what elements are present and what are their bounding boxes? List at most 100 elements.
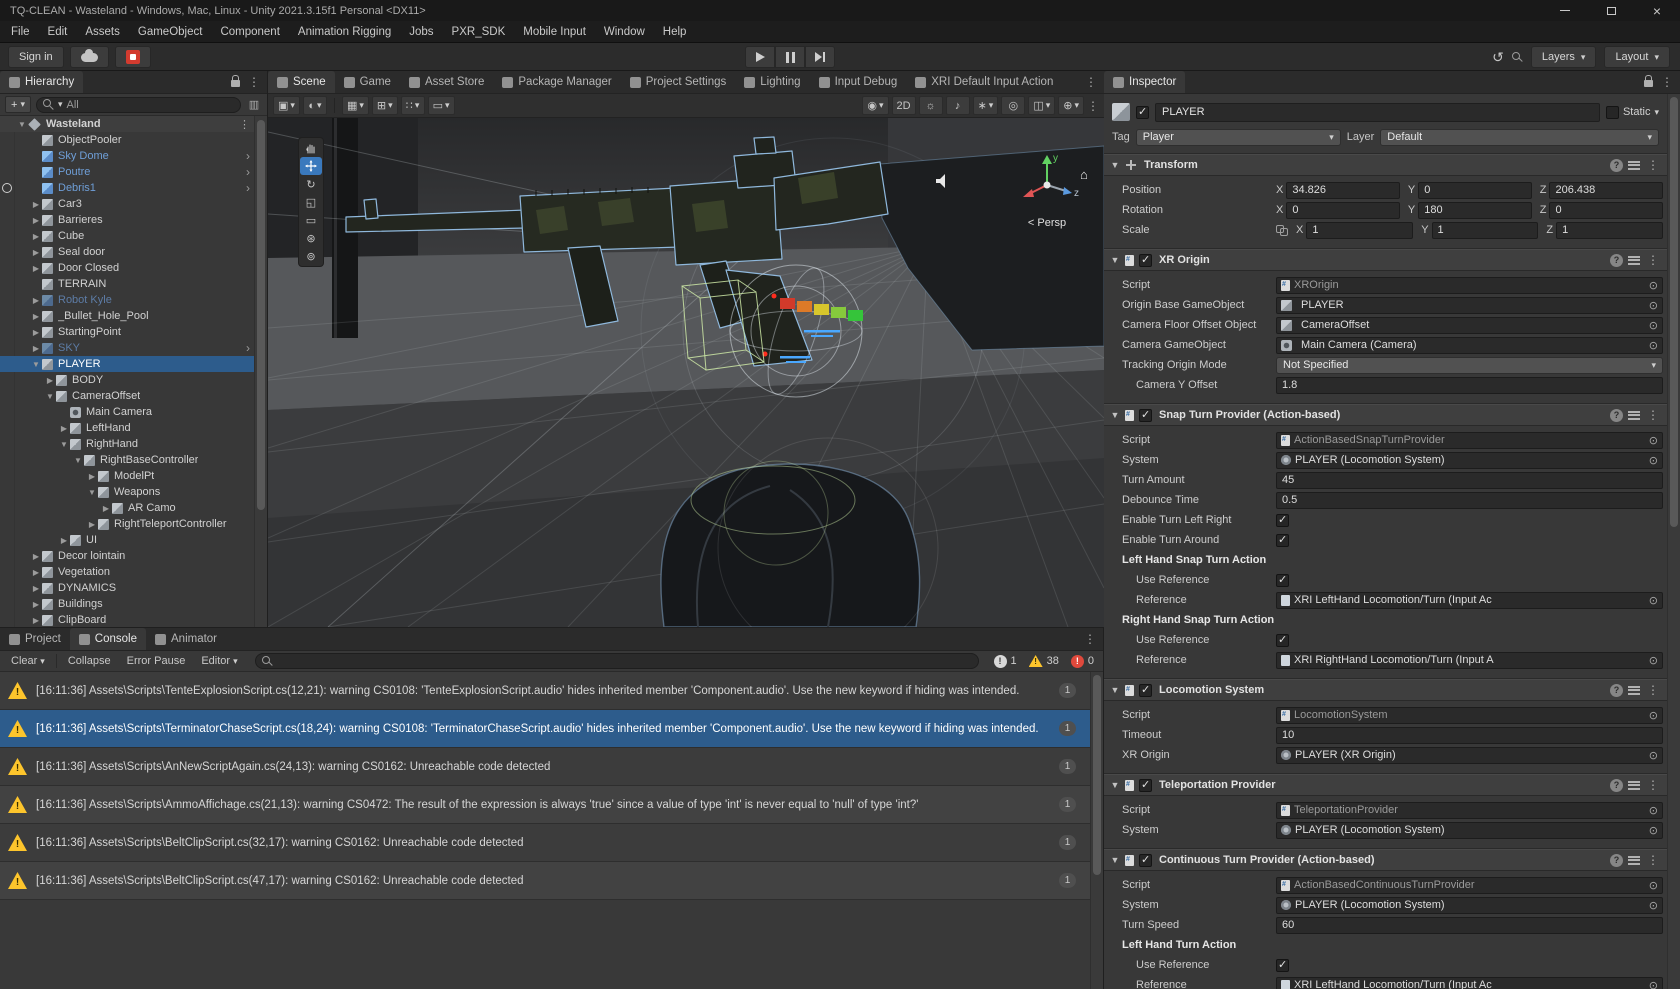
fold-closed-icon[interactable]: ▶ bbox=[44, 376, 56, 385]
axis-y-field[interactable]: 0 bbox=[1418, 182, 1532, 199]
console-search-input[interactable] bbox=[255, 653, 979, 669]
component-menu-icon[interactable]: ⋮ bbox=[1645, 778, 1661, 792]
object-picker-icon[interactable]: ⊙ bbox=[1649, 279, 1658, 292]
menu-mobile-input[interactable]: Mobile Input bbox=[514, 21, 595, 43]
component-enabled-checkbox[interactable] bbox=[1139, 854, 1152, 867]
object-field[interactable]: Main Camera (Camera)⊙ bbox=[1276, 337, 1663, 354]
layout-dropdown[interactable]: Layout▾ bbox=[1604, 46, 1670, 68]
scene-3d-view[interactable] bbox=[268, 118, 1104, 627]
component-menu-icon[interactable]: ⋮ bbox=[1645, 683, 1661, 697]
version-control-button[interactable] bbox=[115, 46, 151, 68]
presets-icon[interactable] bbox=[1628, 256, 1640, 265]
object-picker-icon[interactable]: ⊙ bbox=[1649, 654, 1658, 667]
hierarchy-item-startingpoint[interactable]: ▶StartingPoint bbox=[0, 324, 254, 340]
presets-icon[interactable] bbox=[1628, 686, 1640, 695]
console-entry[interactable]: ![16:11:36] Assets\Scripts\BeltClipScrip… bbox=[0, 824, 1090, 862]
object-picker-icon[interactable]: ⊙ bbox=[1649, 749, 1658, 762]
error-count[interactable]: !0 bbox=[1066, 655, 1099, 668]
effects-button[interactable]: ∗▾ bbox=[973, 96, 999, 115]
panel-menu-icon[interactable]: ⋮ bbox=[1661, 75, 1673, 89]
fold-closed-icon[interactable]: ▶ bbox=[30, 600, 42, 609]
fold-closed-icon[interactable]: ▶ bbox=[30, 616, 42, 625]
prefab-children-arrow-icon[interactable]: › bbox=[246, 149, 250, 163]
checkbox[interactable] bbox=[1276, 959, 1289, 972]
info-count[interactable]: !1 bbox=[989, 655, 1022, 668]
gameobject-active-checkbox[interactable] bbox=[1136, 106, 1149, 119]
hierarchy-item-poutre[interactable]: Poutre› bbox=[0, 164, 254, 180]
object-picker-icon[interactable]: ⊙ bbox=[1649, 299, 1658, 312]
tab-console[interactable]: Console bbox=[70, 628, 146, 650]
inspector-scrollbar[interactable] bbox=[1667, 94, 1680, 989]
object-field[interactable]: ActionBasedContinuousTurnProvider⊙ bbox=[1276, 877, 1663, 894]
axis-x-field[interactable]: 1 bbox=[1306, 222, 1413, 239]
tab-inspector[interactable]: Inspector bbox=[1104, 71, 1185, 93]
hierarchy-item-barrieres[interactable]: ▶Barrieres bbox=[0, 212, 254, 228]
prefab-children-arrow-icon[interactable]: › bbox=[246, 165, 250, 179]
layers-dropdown[interactable]: Layers▾ bbox=[1531, 46, 1597, 68]
tab-lighting[interactable]: Lighting bbox=[735, 71, 809, 93]
component-header-locomotion-system[interactable]: ▼Locomotion System?⋮ bbox=[1104, 679, 1667, 701]
component-header-xr-origin[interactable]: ▼XR Origin?⋮ bbox=[1104, 249, 1667, 271]
fold-closed-icon[interactable]: ▶ bbox=[30, 552, 42, 561]
menu-assets[interactable]: Assets bbox=[76, 21, 129, 43]
help-icon[interactable]: ? bbox=[1610, 159, 1623, 172]
scale-tool-button[interactable]: ◱ bbox=[300, 193, 322, 211]
component-enabled-checkbox[interactable] bbox=[1139, 254, 1152, 267]
tab-scene[interactable]: Scene bbox=[268, 71, 335, 93]
fold-closed-icon[interactable]: ▶ bbox=[30, 568, 42, 577]
scale-link-icon[interactable] bbox=[1276, 225, 1287, 236]
object-picker-icon[interactable]: ⊙ bbox=[1649, 709, 1658, 722]
snap-increment-button[interactable]: ∷▾ bbox=[401, 96, 425, 115]
fold-open-icon[interactable]: ▼ bbox=[1110, 160, 1120, 170]
component-menu-icon[interactable]: ⋮ bbox=[1645, 253, 1661, 267]
clear-button[interactable]: Clear▾ bbox=[4, 653, 52, 670]
hierarchy-search-input[interactable]: ▾ All bbox=[36, 97, 241, 113]
hierarchy-scrollbar[interactable] bbox=[254, 116, 267, 627]
orientation-gizmo[interactable]: y z bbox=[1010, 149, 1084, 213]
fold-closed-icon[interactable]: ▶ bbox=[30, 328, 42, 337]
object-field[interactable]: PLAYER (Locomotion System)⊙ bbox=[1276, 822, 1663, 839]
rotate-tool-button[interactable]: ↻ bbox=[300, 175, 322, 193]
help-icon[interactable]: ? bbox=[1610, 254, 1623, 267]
cloud-button[interactable] bbox=[70, 46, 109, 68]
search-filter-button[interactable]: ▥ bbox=[246, 97, 262, 113]
reference-field[interactable]: XRI RightHand Locomotion/Turn (Input A⊙ bbox=[1276, 652, 1663, 669]
fold-open-icon[interactable]: ▼ bbox=[72, 456, 84, 465]
hierarchy-item-decor-lointain[interactable]: ▶Decor lointain bbox=[0, 548, 254, 564]
fold-open-icon[interactable]: ▼ bbox=[44, 392, 56, 401]
scene-audio-button[interactable]: ♪ bbox=[946, 96, 970, 115]
console-scrollbar[interactable] bbox=[1090, 672, 1103, 989]
editor-dropdown[interactable]: Editor▾ bbox=[194, 653, 244, 670]
tab-xri-default-input-action[interactable]: XRI Default Input Action bbox=[906, 71, 1062, 93]
menu-animation-rigging[interactable]: Animation Rigging bbox=[289, 21, 400, 43]
help-icon[interactable]: ? bbox=[1610, 854, 1623, 867]
tab-input-debug[interactable]: Input Debug bbox=[810, 71, 907, 93]
object-field[interactable]: PLAYER (XR Origin)⊙ bbox=[1276, 747, 1663, 764]
prefab-children-arrow-icon[interactable]: › bbox=[246, 341, 250, 355]
object-field[interactable]: CameraOffset⊙ bbox=[1276, 317, 1663, 334]
checkbox[interactable] bbox=[1276, 534, 1289, 547]
axis-y-field[interactable]: 180 bbox=[1418, 202, 1532, 219]
object-field[interactable]: LocomotionSystem⊙ bbox=[1276, 707, 1663, 724]
console-entry[interactable]: ![16:11:36] Assets\Scripts\TenteExplosio… bbox=[0, 672, 1090, 710]
value-field[interactable]: 0.5 bbox=[1276, 492, 1663, 509]
component-header-continuous-turn-provider-action-based[interactable]: ▼Continuous Turn Provider (Action-based)… bbox=[1104, 849, 1667, 871]
hierarchy-item-player[interactable]: ▼PLAYER bbox=[0, 356, 254, 372]
minimize-button[interactable] bbox=[1542, 0, 1588, 21]
axis-x-field[interactable]: 0 bbox=[1286, 202, 1400, 219]
fold-closed-icon[interactable]: ▶ bbox=[30, 248, 42, 257]
scene-menu-icon[interactable]: ⋮ bbox=[239, 118, 250, 131]
static-dropdown[interactable]: Static ▾ bbox=[1606, 106, 1659, 119]
fold-closed-icon[interactable]: ▶ bbox=[30, 312, 42, 321]
menu-window[interactable]: Window bbox=[595, 21, 654, 43]
fold-closed-icon[interactable]: ▶ bbox=[58, 536, 70, 545]
fold-open-icon[interactable]: ▼ bbox=[1110, 855, 1120, 865]
menu-edit[interactable]: Edit bbox=[39, 21, 77, 43]
help-icon[interactable]: ? bbox=[1610, 409, 1623, 422]
object-picker-icon[interactable]: ⊙ bbox=[1649, 319, 1658, 332]
tab-package-manager[interactable]: Package Manager bbox=[493, 71, 620, 93]
hierarchy-item-dynamics[interactable]: ▶DYNAMICS bbox=[0, 580, 254, 596]
hierarchy-item-weapons[interactable]: ▼Weapons bbox=[0, 484, 254, 500]
home-view-icon[interactable]: ⌂ bbox=[1080, 167, 1088, 182]
tab-asset-store[interactable]: Asset Store bbox=[400, 71, 493, 93]
